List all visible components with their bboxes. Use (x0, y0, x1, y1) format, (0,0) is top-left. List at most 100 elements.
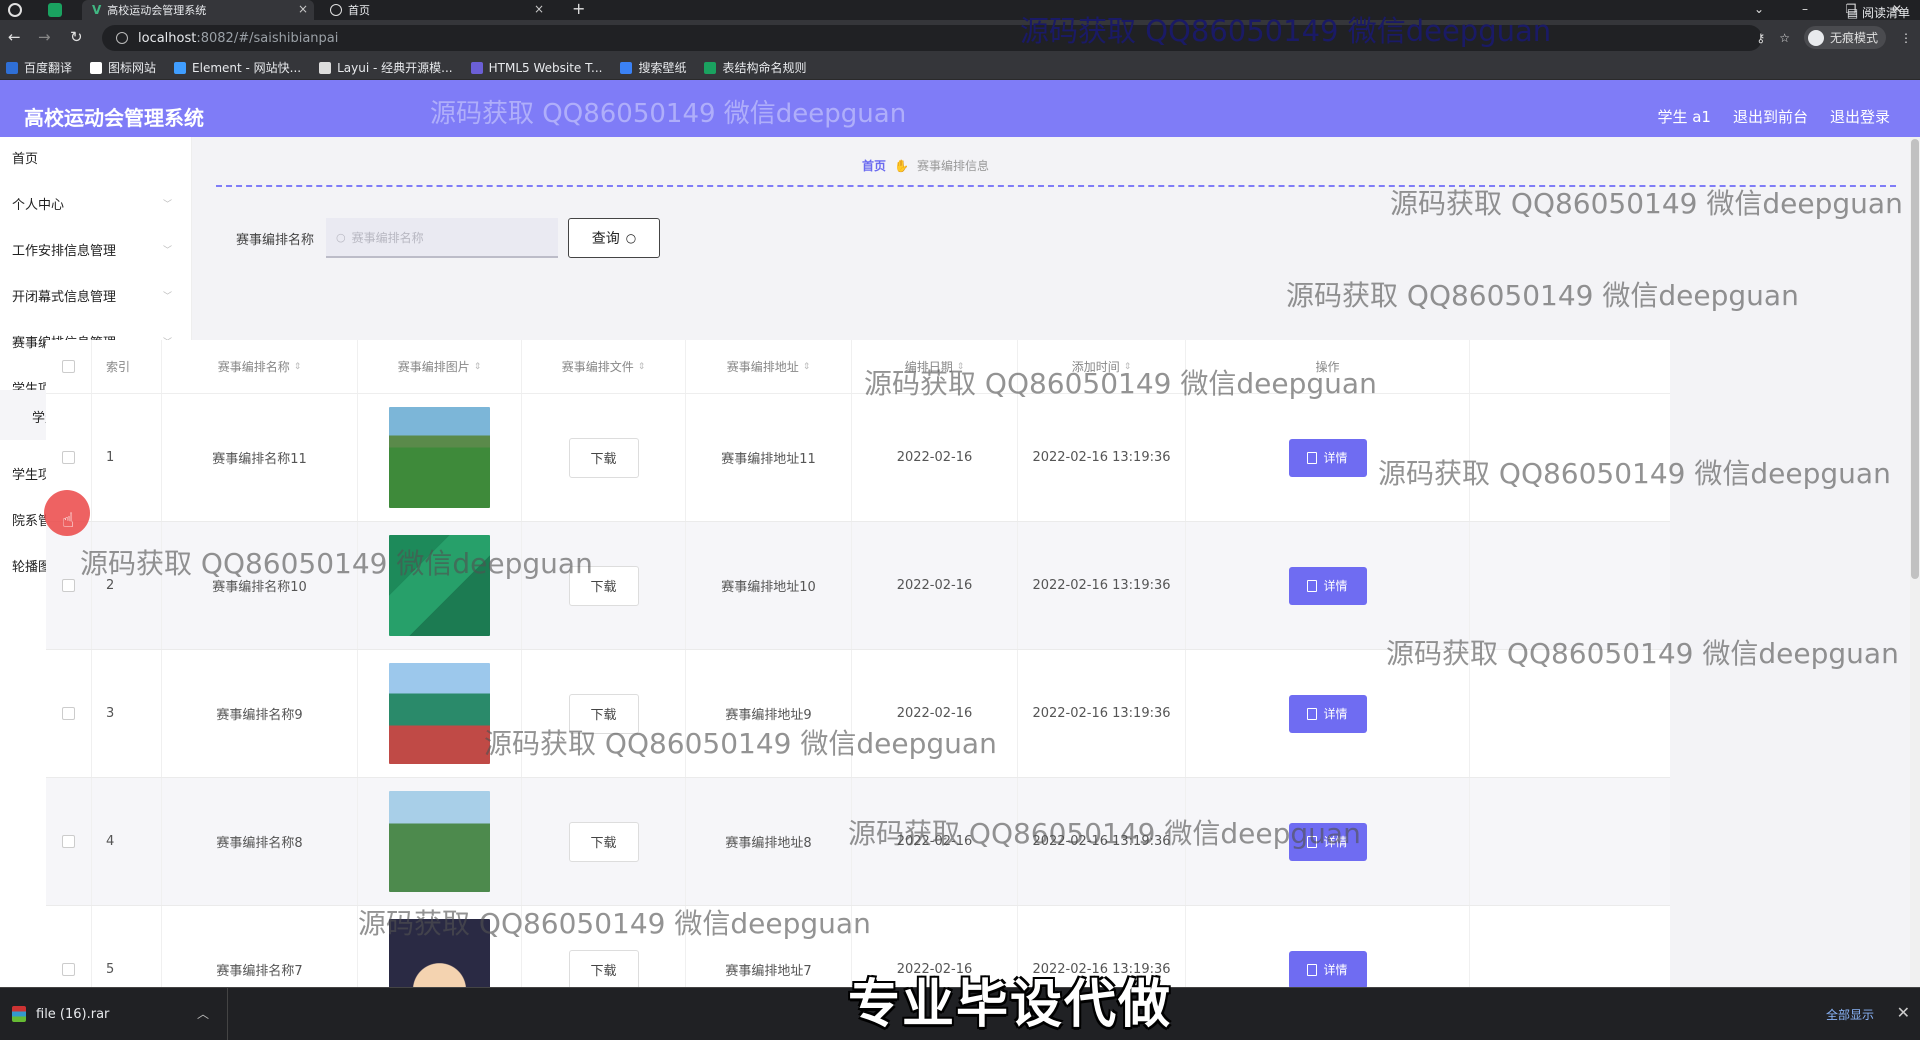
select-all-checkbox[interactable] (62, 360, 75, 373)
document-icon (1307, 707, 1318, 720)
tab-app[interactable]: V 高校运动会管理系统 × (82, 0, 314, 20)
sort-icon[interactable]: ⇕ (957, 362, 965, 372)
tab-close-icon[interactable]: × (298, 2, 308, 16)
document-icon (1307, 835, 1318, 848)
row-checkbox[interactable] (62, 707, 75, 720)
minimize-icon[interactable]: – (1782, 0, 1828, 20)
baidu-translate-icon (6, 61, 18, 74)
close-download-bar-icon[interactable]: ✕ (1897, 1003, 1910, 1022)
column-header[interactable]: 赛事编排地址 ⇕ (686, 340, 852, 393)
info-icon[interactable] (116, 32, 128, 44)
sheet-icon (704, 61, 717, 74)
tab-title: 高校运动会管理系统 (107, 4, 207, 17)
download-button[interactable]: 下载 (568, 949, 639, 990)
detail-button[interactable]: 详情 (1288, 694, 1367, 733)
badminton-court-image (389, 535, 490, 636)
search-label: 赛事编排名称 (236, 232, 315, 248)
address-cell: 赛事编排地址8 (686, 778, 852, 905)
image-cell (358, 778, 522, 905)
column-header[interactable]: 赛事编排图片 ⇕ (358, 340, 522, 393)
chrome-menu-icon[interactable] (8, 3, 22, 17)
reading-list-link[interactable]: ▤ 阅读清单 (1847, 4, 1910, 21)
detail-button[interactable]: 详情 (1288, 950, 1367, 989)
index-cell: 1 (92, 394, 162, 521)
column-header[interactable]: 添加时间 ⇕ (1018, 340, 1186, 393)
sort-icon[interactable]: ⇕ (638, 362, 646, 372)
image-cell (358, 522, 522, 649)
more-menu-icon[interactable]: ⋮ (1900, 31, 1912, 45)
download-button[interactable]: 下载 (568, 565, 639, 606)
sort-icon[interactable]: ⇕ (1124, 362, 1132, 372)
url-host: localhost (138, 30, 197, 46)
url-field[interactable]: localhost:8082/#/saishibianpai (102, 25, 1762, 51)
column-header[interactable]: 编排日期 ⇕ (852, 340, 1018, 393)
column-header[interactable]: 赛事编排名称 ⇕ (162, 340, 358, 393)
tennis-court-image (389, 663, 490, 764)
scrollbar[interactable] (1910, 137, 1920, 987)
reload-icon[interactable]: ↻ (70, 28, 83, 46)
detail-button[interactable]: 详情 (1288, 566, 1367, 605)
breadcrumb-home[interactable]: 首页 (862, 157, 886, 174)
exit-to-front-link[interactable]: 退出到前台 (1733, 106, 1808, 127)
incognito-badge[interactable]: 无痕模式 (1803, 26, 1886, 49)
key-icon[interactable]: ⚷ (1756, 31, 1765, 45)
back-arrow-icon[interactable]: ← (8, 28, 21, 46)
image-cell (358, 394, 522, 521)
download-button[interactable]: 下载 (568, 437, 639, 478)
column-header-label: 赛事编排名称 (217, 360, 290, 374)
row-checkbox[interactable] (62, 835, 75, 848)
sort-icon[interactable]: ⇕ (803, 362, 811, 372)
sidebar-item[interactable]: 工作安排信息管理 ﹀ (0, 229, 192, 269)
bookmark-item[interactable]: Element - 网站快... (174, 59, 301, 76)
download-button[interactable]: 下载 (568, 821, 639, 862)
index-cell: 2 (92, 522, 162, 649)
bookmark-label: 百度翻译 (24, 61, 73, 75)
sidebar-item[interactable]: 个人中心 ﹀ (0, 183, 192, 223)
chevron-up-icon[interactable]: ︿ (197, 1005, 209, 1022)
sidebar-item[interactable]: 首页 (0, 137, 192, 177)
document-icon (1307, 579, 1318, 592)
search-button[interactable]: 查询 ○ (568, 218, 661, 258)
element-icon (174, 61, 187, 74)
bookmark-item[interactable]: 图标网站 (90, 59, 156, 76)
name-cell: 赛事编排名称8 (162, 778, 358, 905)
logout-link[interactable]: 退出登录 (1830, 106, 1890, 127)
bookmark-item[interactable]: 百度翻译 (6, 59, 72, 76)
forward-arrow-icon[interactable]: → (38, 28, 51, 46)
column-header-label: 索引 (106, 360, 131, 374)
bookmark-star-icon[interactable]: ☆ (1779, 31, 1790, 45)
bookmark-item[interactable]: 表结构命名规则 (704, 59, 806, 76)
search-button-label: 查询 (591, 231, 620, 247)
column-header[interactable]: 赛事编排文件 ⇕ (522, 340, 686, 393)
chevron-down-icon: ﹀ (162, 246, 172, 256)
reading-list-icon: ▤ (1846, 6, 1859, 20)
date-cell: 2022-02-16 (852, 394, 1018, 521)
detail-button[interactable]: 详情 (1288, 438, 1367, 477)
hand-cursor-icon: ☝ (62, 508, 75, 532)
globe-icon (330, 4, 342, 16)
sort-icon[interactable]: ⇕ (474, 362, 482, 372)
tab-home[interactable]: 首页 × (318, 0, 550, 20)
search-input[interactable]: ○ 赛事编排名称 (326, 218, 559, 258)
new-tab-button[interactable]: + (572, 0, 585, 18)
download-button[interactable]: 下载 (568, 693, 639, 734)
sidebar-item[interactable]: 开闭幕式信息管理 ﹀ (0, 275, 192, 315)
tab-list-icon[interactable]: ⌄ (1736, 0, 1782, 20)
bookmark-item[interactable]: HTML5 Website T... (470, 61, 602, 75)
show-all-downloads-link[interactable]: 全部显示 (1826, 1006, 1874, 1023)
detail-button-label: 详情 (1323, 579, 1348, 593)
bookmark-label: 图标网站 (108, 61, 157, 75)
row-checkbox-cell (46, 650, 92, 777)
sort-icon[interactable]: ⇕ (294, 362, 302, 372)
tab-search-icon[interactable] (48, 3, 62, 17)
download-item[interactable]: file (16).rar ︿ (0, 988, 228, 1040)
row-checkbox[interactable] (62, 963, 75, 976)
tab-close-icon[interactable]: × (534, 2, 544, 16)
bookmark-item[interactable]: 搜索壁纸 (620, 59, 686, 76)
row-checkbox[interactable] (62, 451, 75, 464)
detail-button[interactable]: 详情 (1288, 822, 1367, 861)
scroll-thumb[interactable] (1911, 139, 1919, 579)
search-icon: ○ (336, 230, 346, 244)
row-checkbox[interactable] (62, 579, 75, 592)
bookmark-item[interactable]: Layui - 经典开源模... (319, 59, 453, 76)
